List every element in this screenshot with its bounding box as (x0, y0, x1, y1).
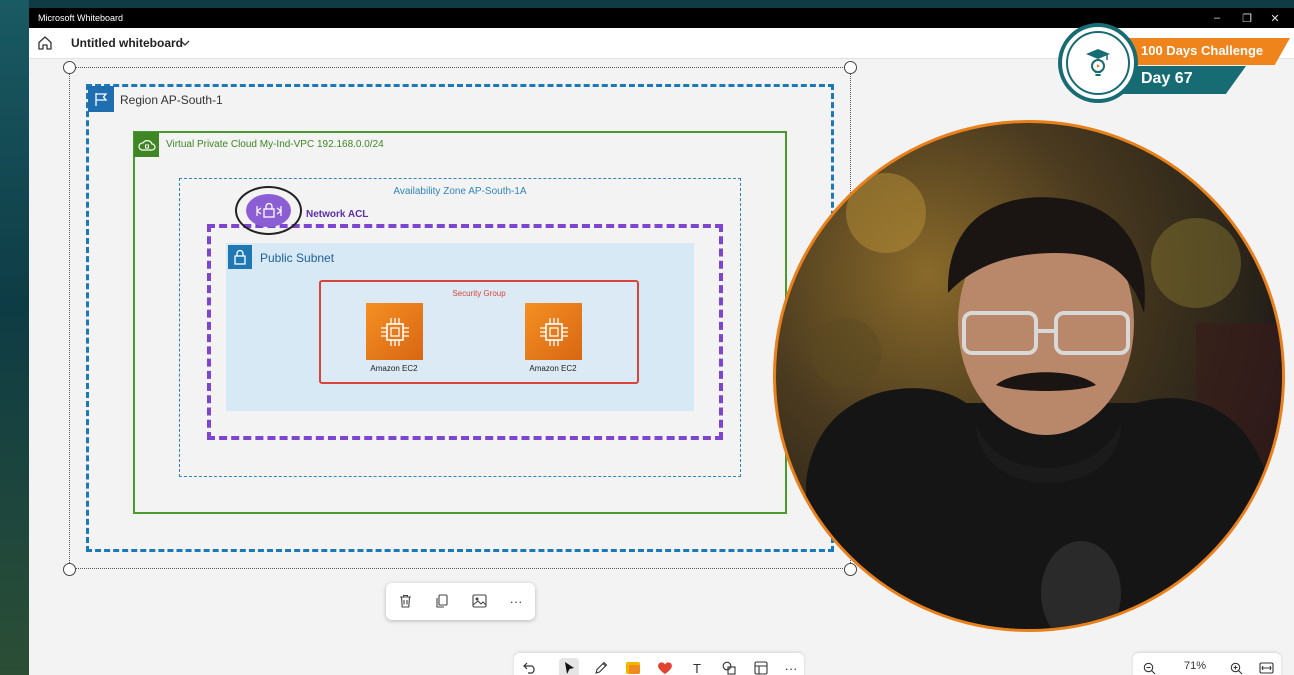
ec2-instance-icon[interactable] (366, 303, 423, 360)
reaction-icon[interactable] (655, 658, 675, 675)
window-title: Microsoft Whiteboard (38, 13, 124, 23)
resize-handle-top-left[interactable] (63, 61, 76, 74)
undo-icon[interactable] (520, 658, 540, 675)
zoom-in-icon[interactable] (1226, 658, 1246, 675)
ec2-instance-icon[interactable] (525, 303, 582, 360)
cloud-icon (134, 132, 159, 157)
region-label: Region AP-South-1 (120, 93, 223, 107)
shapes-icon[interactable] (719, 658, 739, 675)
restore-button[interactable]: ❐ (1233, 8, 1261, 28)
more-icon[interactable]: ··· (508, 593, 524, 609)
resize-handle-bottom-right[interactable] (844, 563, 857, 576)
text-icon[interactable]: T (687, 658, 707, 675)
copy-icon[interactable] (434, 593, 450, 609)
flag-icon (88, 86, 114, 112)
more-icon[interactable]: ··· (781, 658, 801, 675)
image-icon[interactable] (471, 593, 487, 609)
ec2-instance-label: Amazon EC2 (370, 364, 418, 373)
zoom-level[interactable]: 71% (1176, 660, 1214, 672)
resize-handle-top-right[interactable] (844, 61, 857, 74)
vpc-label: Virtual Private Cloud My-Ind-VPC 192.168… (166, 139, 384, 150)
bottom-toolbar: T ··· (514, 653, 804, 675)
presenter-webcam (773, 120, 1285, 632)
graduation-bulb-icon (1086, 49, 1110, 76)
home-icon[interactable] (37, 35, 53, 51)
resize-handle-bottom-left[interactable] (63, 563, 76, 576)
close-button[interactable]: ✕ (1261, 8, 1289, 28)
select-icon[interactable] (559, 658, 579, 675)
ec2-instance-label: Amazon EC2 (529, 364, 577, 373)
sticky-note-icon[interactable] (623, 658, 643, 675)
public-subnet-label: Public Subnet (260, 251, 335, 265)
selection-context-toolbar: ··· (386, 583, 535, 620)
challenge-title: 100 Days Challenge (1141, 43, 1264, 58)
minimize-button[interactable]: – (1203, 8, 1231, 28)
network-acl-icon (235, 186, 302, 235)
trash-icon[interactable] (397, 593, 413, 609)
zoom-controls: 71% (1133, 653, 1281, 675)
zoom-out-icon[interactable] (1139, 658, 1159, 675)
challenge-title-ribbon: 100 Days Challenge (1120, 38, 1290, 65)
pen-icon[interactable] (591, 658, 611, 675)
board-title[interactable]: Untitled whiteboard (71, 36, 183, 50)
channel-logo (1058, 23, 1138, 103)
template-icon[interactable] (751, 658, 771, 675)
chevron-down-icon[interactable] (180, 39, 190, 47)
day-ribbon: Day 67 (1120, 66, 1246, 94)
network-acl-label: Network ACL (306, 209, 369, 220)
day-label: Day 67 (1141, 70, 1193, 87)
lock-icon (228, 245, 252, 269)
security-group-label: Security Group (452, 289, 506, 298)
desktop-background (0, 0, 29, 675)
fit-to-screen-icon[interactable] (1256, 658, 1276, 675)
presenter-image (806, 173, 1282, 629)
